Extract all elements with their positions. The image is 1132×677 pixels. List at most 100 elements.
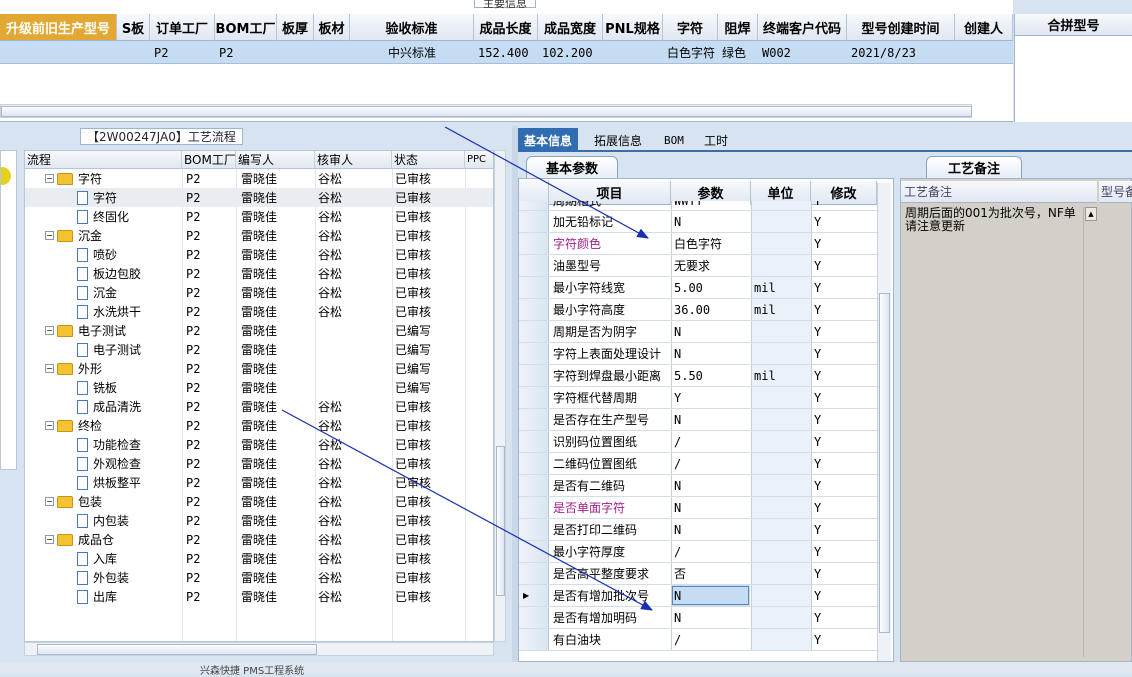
column-header[interactable]: 板厚 — [277, 14, 314, 41]
grid-cell[interactable] — [4, 41, 117, 64]
grid-cell[interactable]: P2 — [219, 41, 277, 64]
process-tree[interactable]: 流程 BOM工厂 编写人 核审人 状态 PPC − 字符 P2 雷晓佳 谷松 已审核 字符 P2 雷晓佳 谷松… — [24, 150, 494, 642]
tab-0[interactable]: 基本信息 — [518, 128, 579, 152]
param-value[interactable]: 无要求 — [671, 255, 750, 276]
param-row[interactable]: 是否打印二维码 N Y — [519, 519, 879, 541]
tree-row[interactable]: − 包装 P2 雷晓佳 谷松 已审核 — [25, 492, 493, 511]
column-header[interactable]: 板材 — [314, 14, 350, 41]
grid-cell[interactable]: 152.400 — [478, 41, 538, 64]
column-header[interactable]: PNL规格 — [603, 14, 663, 41]
grid-cell[interactable]: 绿色 — [722, 41, 758, 64]
param-value[interactable]: WWYY — [671, 201, 750, 210]
main-info-hscrollbar[interactable] — [0, 104, 972, 118]
remark-vscrollbar[interactable]: ▲ — [1083, 207, 1097, 657]
tree-row[interactable]: 铣板 P2 雷晓佳 已编写 — [25, 378, 493, 397]
param-row[interactable]: 最小字符线宽 5.00 mil Y — [519, 277, 879, 299]
param-modify[interactable]: Y — [811, 343, 877, 364]
param-modify[interactable]: Y — [811, 475, 877, 496]
param-value[interactable]: N — [671, 497, 750, 518]
param-row[interactable]: 字符到焊盘最小距离 5.50 mil Y — [519, 365, 879, 387]
param-row[interactable]: 二维码位置图纸 / Y — [519, 453, 879, 475]
tab-basic-params[interactable]: 基本参数 — [526, 156, 618, 178]
tree-node[interactable]: 外包装 — [77, 568, 197, 587]
tree-row[interactable]: 字符 P2 雷晓佳 谷松 已审核 — [25, 188, 493, 207]
scroll-up-icon[interactable]: ▲ — [1085, 207, 1097, 221]
param-row[interactable]: 是否存在生产型号 N Y — [519, 409, 879, 431]
tab-3[interactable]: 工时 — [698, 128, 734, 152]
collapse-icon[interactable]: − — [45, 421, 54, 430]
column-header[interactable]: 状态 — [392, 151, 465, 169]
param-value[interactable]: N — [671, 321, 750, 342]
basic-params-grid[interactable]: 项目参数单位修改周期格式WWYYY加无铅标记NY字符颜色白色字符Y油墨型号无要求… — [518, 178, 894, 662]
row-indicator[interactable] — [519, 475, 549, 496]
grid-cell[interactable]: W002 — [762, 41, 847, 64]
param-modify[interactable]: Y — [811, 299, 877, 320]
column-header[interactable]: 终端客户代码 — [758, 14, 847, 41]
tree-row[interactable]: 内包装 P2 雷晓佳 谷松 已审核 — [25, 511, 493, 530]
tree-row[interactable]: 入库 P2 雷晓佳 谷松 已审核 — [25, 549, 493, 568]
main-info-row[interactable]: P2 P2 中兴标准 152.400 102.200 白色字符 绿色 W002 2021/8/2… — [0, 41, 1013, 64]
column-header[interactable]: 型号创建时间 — [847, 14, 955, 41]
param-modify[interactable]: Y — [811, 497, 877, 518]
param-row[interactable]: 油墨型号 无要求 Y — [519, 255, 879, 277]
column-header[interactable]: 核审人 — [315, 151, 392, 169]
row-indicator[interactable] — [519, 321, 549, 342]
param-value[interactable]: N — [671, 343, 750, 364]
param-modify[interactable]: Y — [811, 387, 877, 408]
tree-node[interactable]: 入库 — [77, 549, 197, 568]
tree-node[interactable]: − 电子测试 — [45, 321, 165, 340]
param-row[interactable]: 字符颜色 白色字符 Y — [519, 233, 879, 255]
tree-node[interactable]: 喷砂 — [77, 245, 197, 264]
collapse-icon[interactable]: − — [45, 497, 54, 506]
param-row[interactable]: 加无铅标记 N Y — [519, 211, 879, 233]
param-modify[interactable]: Y — [811, 409, 877, 430]
param-row[interactable]: 周期格式 WWYY Y — [519, 201, 879, 211]
tree-row[interactable]: 沉金 P2 雷晓佳 谷松 已审核 — [25, 283, 493, 302]
row-indicator[interactable] — [519, 277, 549, 298]
grid-cell[interactable]: P2 — [154, 41, 215, 64]
param-modify[interactable]: Y — [811, 453, 877, 474]
param-modify[interactable]: Y — [811, 255, 877, 276]
scroll-thumb[interactable] — [1, 106, 972, 117]
tree-row[interactable]: 电子测试 P2 雷晓佳 已编写 — [25, 340, 493, 359]
grid-cell[interactable]: 102.200 — [542, 41, 603, 64]
param-row[interactable]: 最小字符厚度 / Y — [519, 541, 879, 563]
tree-row[interactable]: 成品清洗 P2 雷晓佳 谷松 已审核 — [25, 397, 493, 416]
tree-node[interactable]: 外观检查 — [77, 454, 197, 473]
param-modify[interactable]: Y — [811, 519, 877, 540]
collapse-icon[interactable]: − — [45, 231, 54, 240]
grid-cell[interactable] — [318, 41, 350, 64]
row-indicator[interactable] — [519, 343, 549, 364]
row-indicator[interactable] — [519, 563, 549, 584]
tree-row[interactable]: − 外形 P2 雷晓佳 已编写 — [25, 359, 493, 378]
row-indicator[interactable] — [519, 629, 549, 650]
tree-node[interactable]: 功能检查 — [77, 435, 197, 454]
tab-1[interactable]: 拓展信息 — [588, 128, 648, 152]
process-tree-vscrollbar[interactable] — [494, 150, 506, 642]
param-row[interactable]: 最小字符高度 36.00 mil Y — [519, 299, 879, 321]
tree-node[interactable]: 铣板 — [77, 378, 197, 397]
collapse-icon[interactable]: − — [45, 535, 54, 544]
param-value[interactable]: / — [671, 453, 750, 474]
grid-cell[interactable] — [281, 41, 314, 64]
grid-cell[interactable] — [959, 41, 1013, 64]
tree-node[interactable]: − 沉金 — [45, 226, 165, 245]
param-row[interactable]: 有白油块 / Y — [519, 629, 879, 651]
tree-node[interactable]: 电子测试 — [77, 340, 197, 359]
column-header[interactable]: 成品长度 — [474, 14, 538, 41]
tree-row[interactable]: 水洗烘干 P2 雷晓佳 谷松 已审核 — [25, 302, 493, 321]
param-row[interactable]: 是否有增加明码 N Y — [519, 607, 879, 629]
column-header[interactable]: 成品宽度 — [538, 14, 603, 41]
tree-node[interactable]: 终固化 — [77, 207, 197, 226]
column-header[interactable]: BOM工厂 — [215, 14, 277, 41]
column-header[interactable]: 验收标准 — [350, 14, 474, 41]
scroll-thumb[interactable] — [879, 293, 890, 633]
grid-cell[interactable]: 2021/8/23 — [851, 41, 955, 64]
param-value[interactable]: Y — [671, 387, 750, 408]
tree-node[interactable]: 水洗烘干 — [77, 302, 197, 321]
param-value[interactable]: 5.50 — [671, 365, 750, 386]
column-header[interactable]: BOM工厂 — [182, 151, 236, 169]
tree-row[interactable]: 喷砂 P2 雷晓佳 谷松 已审核 — [25, 245, 493, 264]
param-value[interactable]: / — [671, 431, 750, 452]
tab-2[interactable]: BOM — [658, 128, 690, 152]
